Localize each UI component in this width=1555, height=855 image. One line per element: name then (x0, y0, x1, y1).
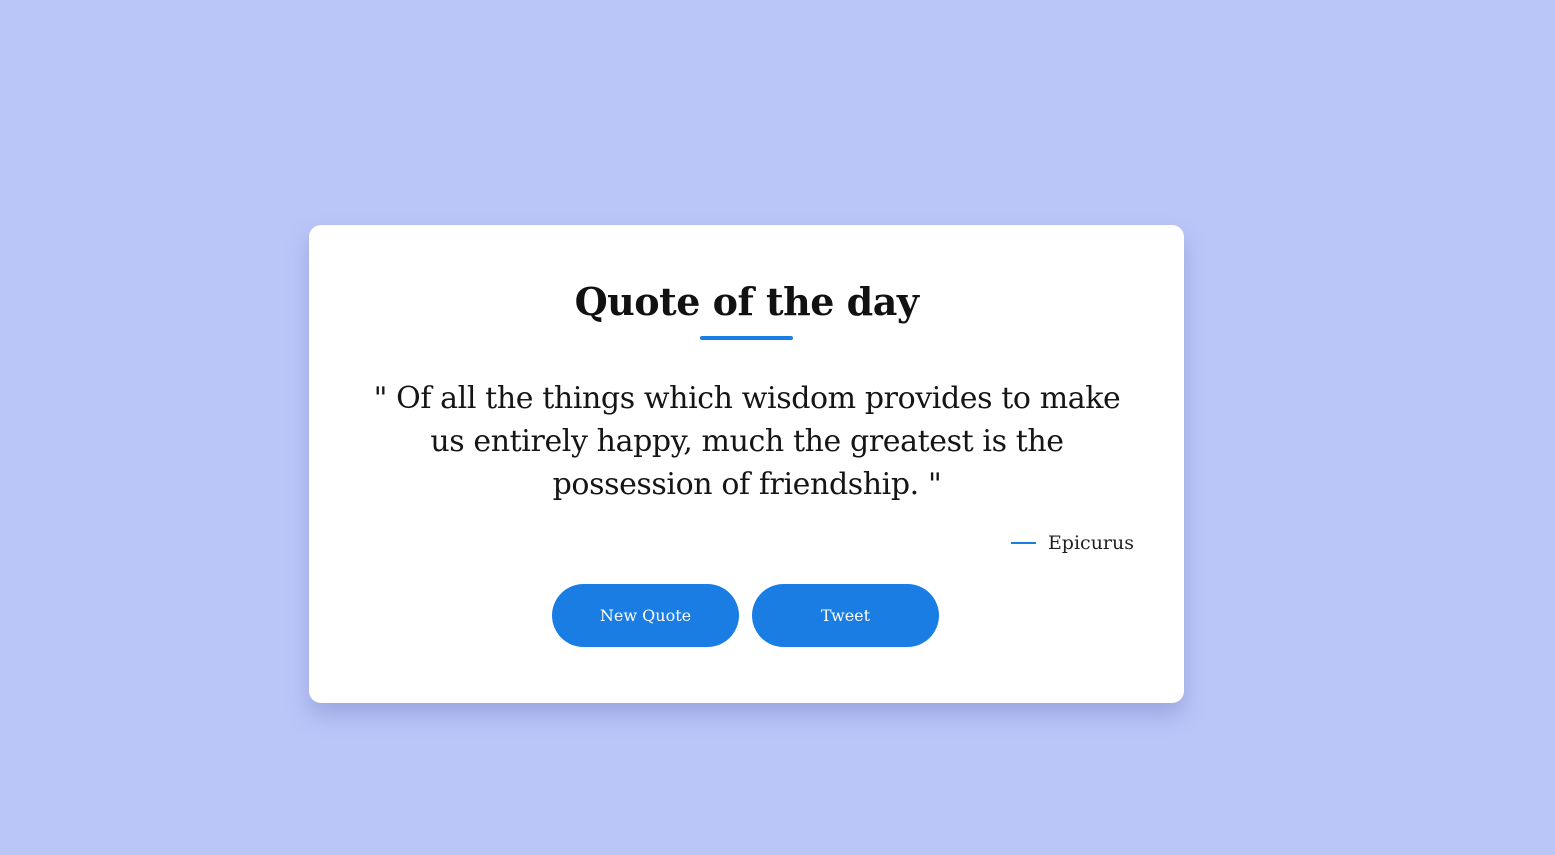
quote-card: Quote of the day " Of all the things whi… (309, 225, 1184, 703)
page-title: Quote of the day (574, 279, 919, 324)
author-dash (1010, 542, 1036, 544)
tweet-button[interactable]: Tweet (752, 584, 939, 647)
new-quote-button[interactable]: New Quote (552, 584, 739, 647)
quote-text: " Of all the things which wisdom provide… (373, 381, 1121, 502)
author-name: Epicurus (1047, 532, 1134, 554)
title-underline (700, 336, 793, 340)
author-line: Epicurus (1010, 528, 1134, 558)
